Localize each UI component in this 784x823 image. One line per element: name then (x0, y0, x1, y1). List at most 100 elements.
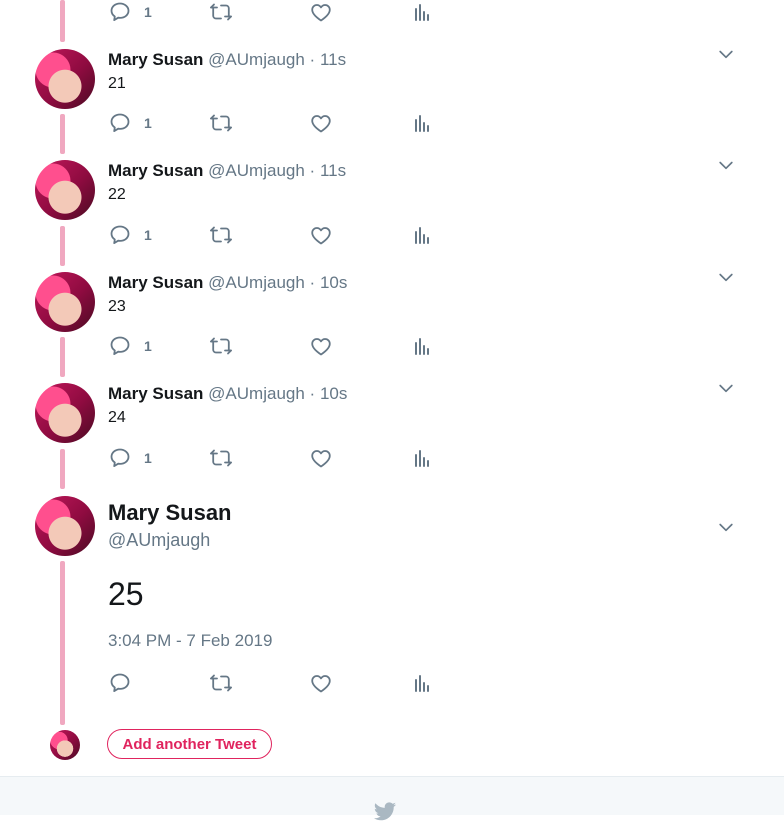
like-icon (309, 0, 333, 24)
tweet-time[interactable]: 10s (320, 384, 347, 403)
twitter-bird-icon (373, 799, 397, 823)
compose-avatar (50, 730, 80, 760)
chevron-down-icon[interactable] (716, 517, 736, 537)
tweet-text: 24 (108, 409, 126, 426)
thread-line (60, 226, 65, 266)
reply-count: 1 (144, 338, 152, 354)
tweet-header: Mary Susan @AUmjaugh · 11s (108, 161, 346, 181)
analytics-icon (410, 446, 434, 470)
reply-count: 1 (144, 115, 152, 131)
display-name[interactable]: Mary Susan (108, 384, 203, 403)
analytics-button[interactable] (410, 671, 434, 695)
tweet-time[interactable]: 10s (320, 273, 347, 292)
chevron-down-icon[interactable] (716, 378, 736, 398)
reply-icon (108, 334, 132, 358)
user-handle[interactable]: @AUmjaugh (208, 161, 305, 180)
avatar[interactable] (35, 496, 95, 556)
user-handle[interactable]: @AUmjaugh (208, 50, 305, 69)
analytics-icon (410, 0, 434, 24)
analytics-button[interactable] (410, 223, 434, 247)
tweet-header: Mary Susan @AUmjaugh · 10s (108, 384, 347, 404)
retweet-button[interactable] (209, 446, 233, 470)
reply-count: 1 (144, 450, 152, 466)
tweet-timestamp[interactable]: 3:04 PM - 7 Feb 2019 (108, 631, 272, 651)
analytics-icon (410, 671, 434, 695)
analytics-button[interactable] (410, 111, 434, 135)
like-button[interactable] (309, 223, 333, 247)
chevron-down-icon[interactable] (716, 155, 736, 175)
thread-line (60, 0, 65, 42)
thread-line (60, 561, 65, 725)
separator-dot: · (309, 50, 316, 69)
reply-count: 1 (144, 227, 152, 243)
like-button[interactable] (309, 671, 333, 695)
display-name[interactable]: Mary Susan (108, 273, 203, 292)
retweet-icon (209, 671, 233, 695)
like-icon (309, 111, 333, 135)
like-button[interactable] (309, 334, 333, 358)
like-button[interactable] (309, 111, 333, 135)
retweet-icon (209, 223, 233, 247)
chevron-down-icon[interactable] (716, 267, 736, 287)
retweet-button[interactable] (209, 111, 233, 135)
tweet-text: 21 (108, 75, 126, 92)
reply-icon (108, 111, 132, 135)
analytics-button[interactable] (410, 0, 434, 24)
analytics-icon (410, 334, 434, 358)
footer (0, 776, 784, 815)
reply-button[interactable]: 1 (108, 334, 152, 358)
separator-dot: · (309, 273, 316, 292)
thread-line (60, 449, 65, 489)
like-icon (309, 671, 333, 695)
reply-button[interactable]: 1 (108, 223, 152, 247)
retweet-button[interactable] (209, 0, 233, 24)
reply-button[interactable]: 1 (108, 0, 152, 24)
tweet-header: Mary Susan @AUmjaugh · 11s (108, 50, 346, 70)
reply-button[interactable] (108, 671, 132, 695)
avatar[interactable] (35, 272, 95, 332)
like-icon (309, 334, 333, 358)
display-name[interactable]: Mary Susan (108, 500, 232, 526)
avatar[interactable] (35, 49, 95, 109)
user-handle[interactable]: @AUmjaugh (108, 530, 210, 551)
display-name[interactable]: Mary Susan (108, 50, 203, 69)
add-another-tweet-button[interactable]: Add another Tweet (107, 729, 272, 759)
retweet-button[interactable] (209, 334, 233, 358)
analytics-icon (410, 223, 434, 247)
analytics-icon (410, 111, 434, 135)
like-button[interactable] (309, 0, 333, 24)
separator-dot: · (309, 384, 316, 403)
like-button[interactable] (309, 446, 333, 470)
retweet-button[interactable] (209, 671, 233, 695)
analytics-button[interactable] (410, 446, 434, 470)
user-handle[interactable]: @AUmjaugh (208, 384, 305, 403)
thread-line (60, 114, 65, 154)
reply-button[interactable]: 1 (108, 111, 152, 135)
avatar[interactable] (35, 160, 95, 220)
retweet-icon (209, 334, 233, 358)
reply-icon (108, 446, 132, 470)
reply-button[interactable]: 1 (108, 446, 152, 470)
retweet-icon (209, 446, 233, 470)
tweet-time[interactable]: 11s (320, 50, 346, 69)
reply-icon (108, 0, 132, 24)
user-handle[interactable]: @AUmjaugh (208, 273, 305, 292)
separator-dot: · (309, 161, 316, 180)
retweet-icon (209, 111, 233, 135)
tweet-time[interactable]: 11s (320, 161, 346, 180)
reply-icon (108, 671, 132, 695)
thread-line (60, 337, 65, 377)
tweet-header: Mary Susan @AUmjaugh · 10s (108, 273, 347, 293)
retweet-icon (209, 0, 233, 24)
tweet-text: 22 (108, 186, 126, 203)
tweet-text: 25 (108, 576, 144, 612)
like-icon (309, 223, 333, 247)
avatar[interactable] (35, 383, 95, 443)
like-icon (309, 446, 333, 470)
analytics-button[interactable] (410, 334, 434, 358)
chevron-down-icon[interactable] (716, 44, 736, 64)
tweet-text: 23 (108, 298, 126, 315)
retweet-button[interactable] (209, 223, 233, 247)
reply-count: 1 (144, 4, 152, 20)
display-name[interactable]: Mary Susan (108, 161, 203, 180)
